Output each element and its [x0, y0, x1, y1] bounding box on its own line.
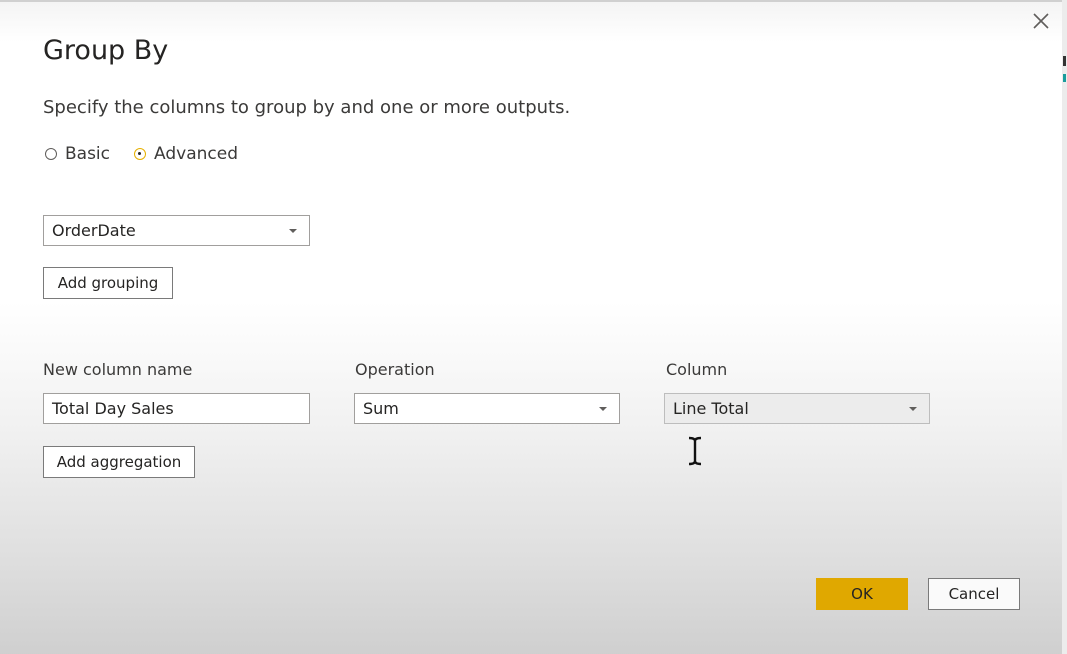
ok-button[interactable]: OK	[816, 578, 908, 610]
grouping-column-select[interactable]: OrderDate	[43, 215, 310, 246]
new-column-name-label: New column name	[43, 360, 193, 379]
column-label: Column	[666, 360, 728, 379]
new-column-name-value: Total Day Sales	[52, 399, 174, 418]
mode-radio-group: Basic Advanced	[45, 144, 262, 164]
cancel-button[interactable]: Cancel	[928, 578, 1020, 610]
radio-basic-label: Basic	[65, 144, 111, 164]
grouping-column-value: OrderDate	[52, 221, 136, 240]
aggregation-column-value: Line Total	[673, 399, 749, 418]
text-cursor-icon	[686, 436, 704, 470]
close-icon	[1033, 13, 1049, 29]
operation-value: Sum	[363, 399, 399, 418]
operation-label: Operation	[355, 360, 435, 379]
radio-advanced-label: Advanced	[154, 144, 238, 164]
add-aggregation-button[interactable]: Add aggregation	[43, 446, 195, 478]
close-button[interactable]	[1030, 10, 1052, 32]
group-by-dialog: Group By Specify the columns to group by…	[0, 0, 1062, 654]
radio-basic-circle[interactable]	[45, 148, 57, 160]
operation-select[interactable]: Sum	[354, 393, 620, 424]
chevron-down-icon	[909, 407, 917, 411]
radio-advanced-circle[interactable]	[134, 148, 147, 160]
chevron-down-icon	[289, 229, 297, 233]
new-column-name-input[interactable]: Total Day Sales	[43, 393, 310, 424]
edge-mark	[1063, 74, 1066, 82]
aggregation-column-select[interactable]: Line Total	[664, 393, 930, 424]
edge-mark	[1063, 56, 1066, 66]
radio-basic[interactable]: Basic	[45, 144, 110, 164]
add-grouping-button[interactable]: Add grouping	[43, 267, 173, 299]
dialog-subtitle: Specify the columns to group by and one …	[43, 97, 571, 118]
radio-advanced[interactable]: Advanced	[134, 144, 238, 164]
dialog-title: Group By	[43, 35, 169, 66]
window-edge	[1062, 0, 1067, 654]
chevron-down-icon	[599, 407, 607, 411]
